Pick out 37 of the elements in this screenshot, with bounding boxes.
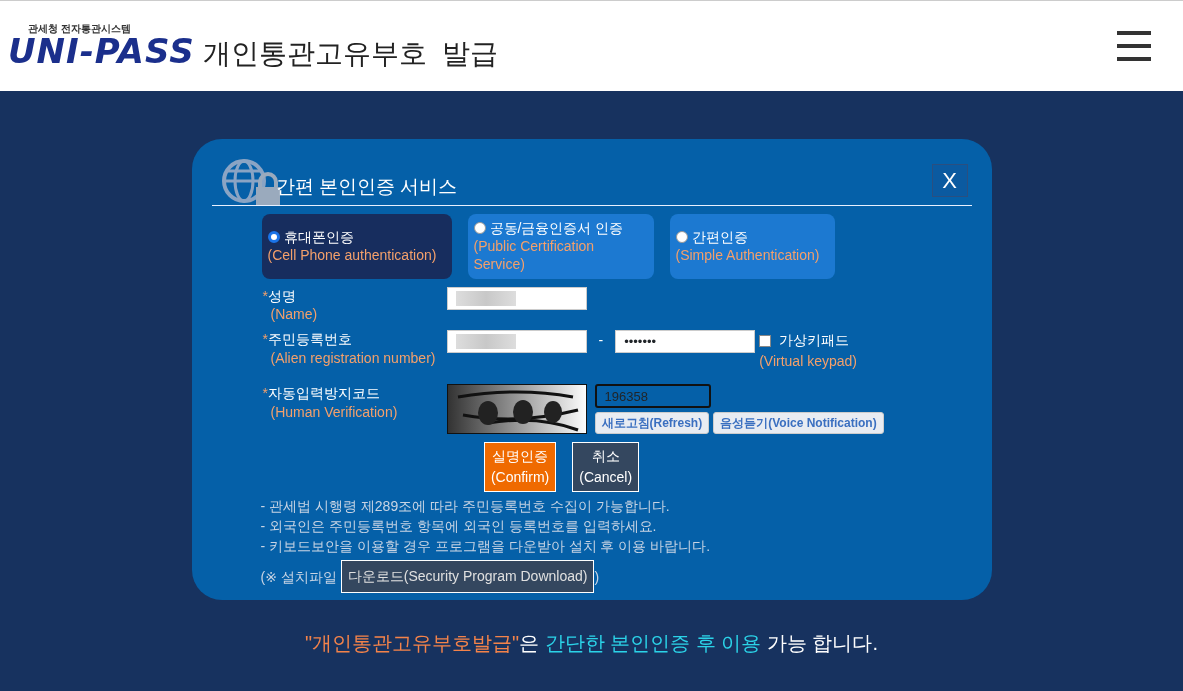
auth-option-tab[interactable]: 휴대폰인증 (Cell Phone authentication): [261, 214, 452, 279]
close-button[interactable]: X: [931, 164, 968, 197]
page-title: 개인통관고유부호 발급: [202, 37, 499, 71]
field-sublabel: (Human Verification): [270, 404, 398, 421]
field-sublabel: (Alien registration number): [270, 350, 436, 367]
cancel-button[interactable]: 취소 (Cancel): [572, 442, 640, 493]
captcha-field[interactable]: 196358: [594, 384, 711, 409]
logo: UNI-PASS: [8, 34, 195, 68]
field-label: *성명: [262, 287, 296, 304]
id-number-field[interactable]: [446, 330, 587, 354]
info-message: "개인통관고유부호발급"은 간단한 본인인증 후 이용 가능 합니다.: [303, 631, 880, 656]
checkbox-sublabel: (Virtual keypad): [759, 353, 857, 370]
logo-caption: 관세청 전자통관시스템: [28, 24, 132, 34]
dialog-title: 간편 본인인증 서비스: [275, 174, 458, 199]
note-text: ): [594, 567, 600, 587]
redacted-value: [455, 290, 516, 306]
note-text: - 관세법 시행령 제289조에 따라 주민등록번호 수집이 가능합니다.: [260, 497, 671, 517]
download-button[interactable]: 다운로드(Security Program Download): [340, 560, 595, 594]
auth-option-tab[interactable]: 공동/금융인증서 인증 (Public Certification Service): [467, 214, 654, 279]
checkbox[interactable]: [759, 334, 772, 347]
id-number-field[interactable]: •••••••: [615, 330, 756, 354]
confirm-button[interactable]: 실명인증 (Confirm): [483, 442, 557, 493]
separator: -: [597, 331, 605, 351]
refresh-button[interactable]: 새로고침(Refresh): [594, 412, 710, 435]
redacted-value: [455, 334, 516, 350]
field-sublabel: (Name): [270, 306, 318, 323]
voice-button[interactable]: 음성듣기(Voice Notification): [713, 412, 884, 435]
globe-lock-icon: [221, 159, 280, 205]
field-label: *주민등록번호: [262, 331, 352, 348]
note-text: (※ 설치파일: [260, 567, 337, 587]
note-text: - 키보드보안을 이용할 경우 프로그램을 다운받아 설치 후 이용 바랍니다.: [260, 537, 712, 557]
note-text: - 외국인은 주민등록번호 항목에 외국인 등록번호를 입력하세요.: [260, 517, 658, 537]
checkbox-label: 가상키패드: [779, 331, 850, 351]
auth-option-tab[interactable]: 간편인증 (Simple Authentication): [669, 214, 835, 279]
field-label: *자동입력방지코드: [262, 385, 380, 402]
menu-icon[interactable]: [1117, 31, 1151, 61]
name-field[interactable]: [446, 286, 587, 310]
